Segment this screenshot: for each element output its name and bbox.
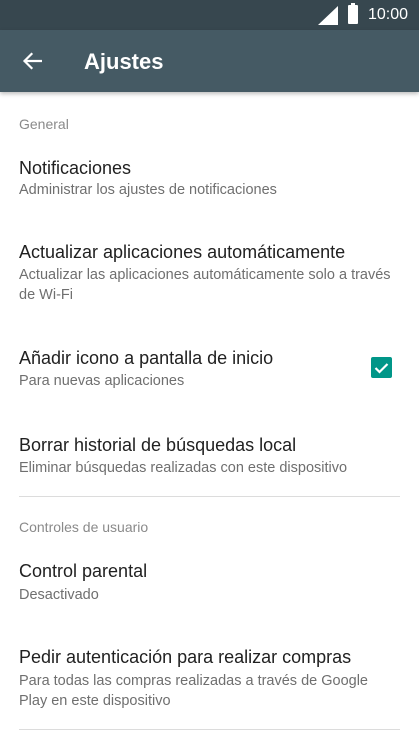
setting-summary: Actualizar las aplicaciones automáticame…: [19, 267, 391, 303]
setting-clear-history[interactable]: Borrar historial de búsquedas local Elim…: [0, 432, 419, 482]
setting-title: Añadir icono a pantalla de inicio: [19, 348, 274, 368]
signal-icon: [318, 6, 338, 25]
checkmark-icon: [374, 362, 389, 374]
app-toolbar: Ajustes: [0, 30, 419, 92]
setting-summary: Administrar los ajustes de notificacione…: [19, 182, 277, 198]
setting-title: Notificaciones: [19, 158, 132, 178]
setting-parental-control[interactable]: Control parental Desactivado: [0, 561, 419, 611]
setting-summary: Para nuevas aplicaciones: [19, 373, 185, 389]
setting-summary: Para todas las compras realizadas a trav…: [19, 673, 368, 709]
battery-icon: [348, 3, 358, 24]
setting-title: Actualizar aplicaciones automáticamente: [19, 242, 346, 262]
status-time: 10:00: [368, 6, 409, 23]
back-button[interactable]: [16, 45, 48, 77]
setting-title: Control parental: [19, 561, 148, 581]
page-title: Ajustes: [84, 49, 164, 74]
setting-notifications[interactable]: Notificaciones Administrar los ajustes d…: [0, 152, 419, 212]
section-header-general: General: [19, 116, 69, 132]
setting-summary: Eliminar búsquedas realizadas con este d…: [19, 460, 348, 476]
section-divider: [19, 496, 400, 497]
section-divider: [19, 729, 400, 730]
setting-title: Borrar historial de búsquedas local: [19, 435, 297, 455]
setting-auto-update[interactable]: Actualizar aplicaciones automáticamente …: [0, 238, 419, 308]
setting-purchase-auth[interactable]: Pedir autenticación para realizar compra…: [0, 647, 419, 717]
setting-summary: Desactivado: [19, 587, 99, 603]
add-icon-checkbox[interactable]: [371, 357, 392, 378]
section-header-user-controls: Controles de usuario: [19, 519, 149, 535]
setting-title: Pedir autenticación para realizar compra…: [19, 647, 352, 667]
status-bar: 10:00: [0, 0, 419, 30]
setting-add-icon[interactable]: Añadir icono a pantalla de inicio Para n…: [0, 345, 419, 395]
arrow-left-icon: [22, 52, 42, 70]
